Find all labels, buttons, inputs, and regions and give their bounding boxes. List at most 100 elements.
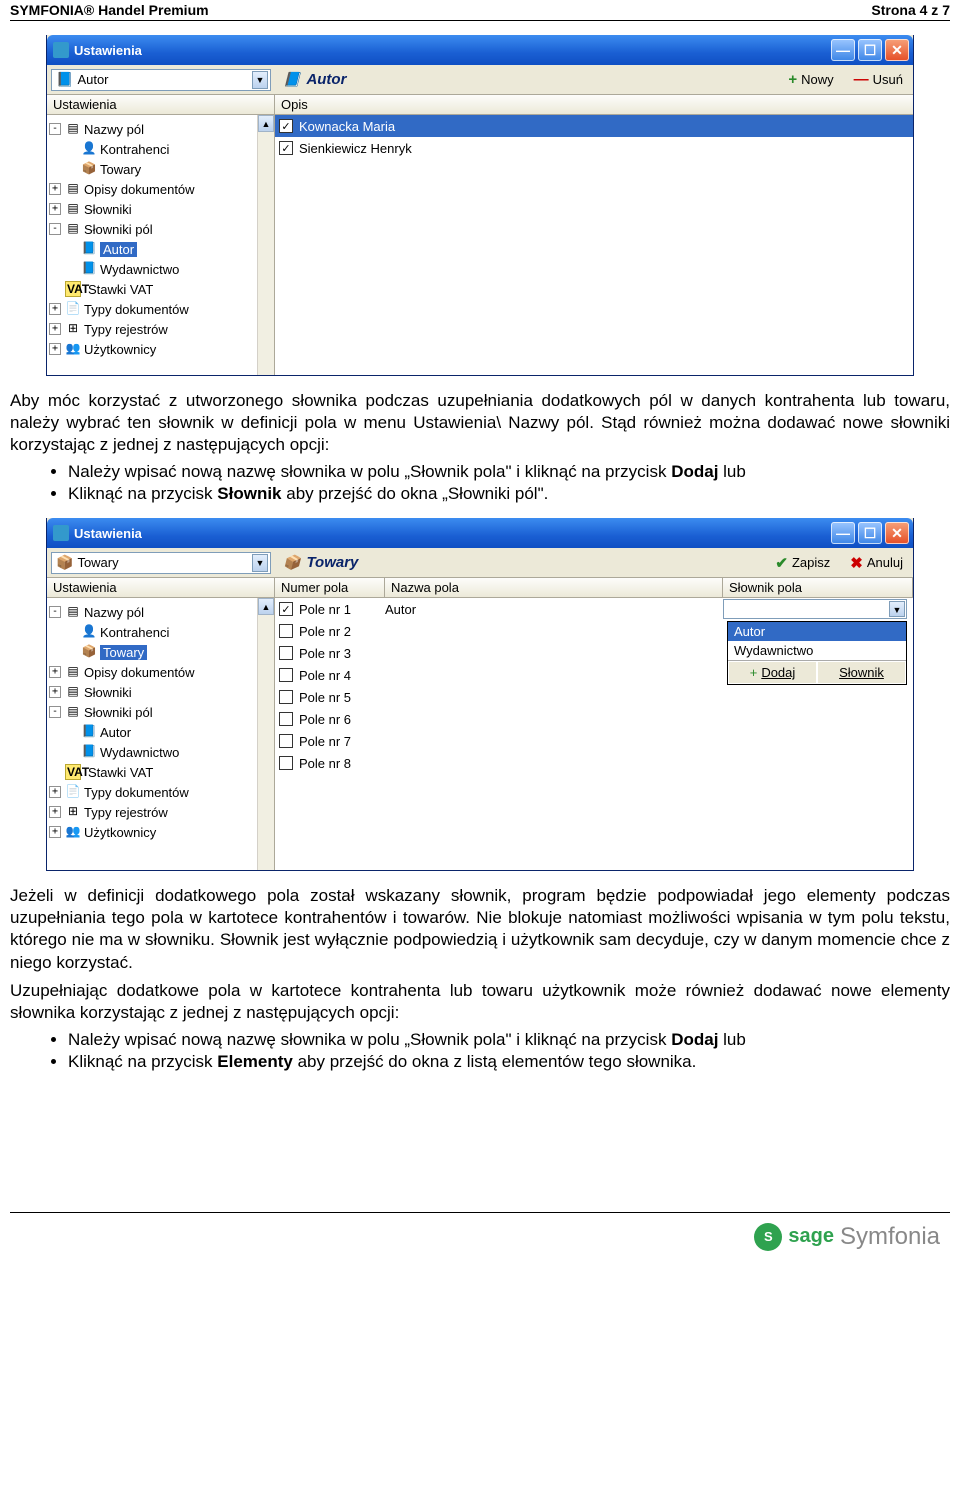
box-icon: 📦 (81, 161, 97, 177)
col-number: Numer pola (275, 578, 385, 597)
tree-item[interactable]: Typy rejestrów (84, 322, 168, 337)
checkbox-icon[interactable] (279, 756, 293, 770)
fields-grid[interactable]: ✓ Pole nr 1 Autor ▼ Autor Wydawnictwo +D… (275, 598, 913, 870)
tree-item[interactable]: Stawki VAT (88, 765, 153, 780)
collapse-icon[interactable]: - (49, 706, 61, 718)
dropdown-option[interactable]: Wydawnictwo (728, 641, 906, 660)
tree-item[interactable]: Słowniki (84, 685, 132, 700)
table-row[interactable]: ✓ Pole nr 1 Autor ▼ Autor Wydawnictwo +D… (275, 598, 913, 620)
tree-item[interactable]: Wydawnictwo (100, 262, 179, 277)
tree-item[interactable]: Autor (100, 725, 131, 740)
tree-item[interactable]: Towary (100, 162, 141, 177)
chevron-down-icon[interactable]: ▼ (889, 601, 905, 617)
expand-icon[interactable]: + (49, 183, 61, 195)
collapse-icon[interactable]: - (49, 606, 61, 618)
titlebar[interactable]: Ustawienia — ☐ ✕ (47, 518, 913, 548)
chevron-down-icon[interactable]: ▼ (252, 554, 268, 572)
category-select[interactable]: 📘 Autor ▼ (51, 69, 271, 91)
checkbox-icon[interactable] (279, 690, 293, 704)
checkbox-icon[interactable] (279, 712, 293, 726)
tree-item[interactable]: Opisy dokumentów (84, 182, 195, 197)
collapse-icon[interactable]: - (49, 123, 61, 135)
dropdown-option[interactable]: Autor (728, 622, 906, 641)
settings-tree[interactable]: -▤Nazwy pól 👤Kontrahenci 📦Towary +▤Opisy… (47, 115, 274, 375)
table-row[interactable]: Pole nr 5 (275, 686, 913, 708)
box-icon: 📦 (283, 554, 300, 571)
table-row[interactable]: Pole nr 6 (275, 708, 913, 730)
list-item[interactable]: ✓Sienkiewicz Henryk (275, 137, 913, 159)
book-icon: 📘 (81, 241, 97, 257)
dict-select[interactable]: ▼ (723, 599, 907, 619)
expand-icon[interactable]: + (49, 343, 61, 355)
tree-item[interactable]: Typy dokumentów (84, 785, 189, 800)
list-item[interactable]: ✓Kownacka Maria (275, 115, 913, 137)
expand-icon[interactable]: + (49, 666, 61, 678)
minimize-button[interactable]: — (831, 522, 855, 544)
minimize-button[interactable]: — (831, 39, 855, 61)
tree-item[interactable]: Nazwy pól (84, 605, 144, 620)
tree-item[interactable]: Użytkownicy (84, 825, 156, 840)
maximize-button[interactable]: ☐ (858, 39, 882, 61)
category-select[interactable]: 📦 Towary ▼ (51, 552, 271, 574)
footer: S sage Symfonia (10, 1212, 950, 1262)
close-button[interactable]: ✕ (885, 39, 909, 61)
tree-item[interactable]: Słowniki (84, 202, 132, 217)
table-row[interactable]: Pole nr 8 (275, 752, 913, 774)
tree-item-selected[interactable]: Towary (100, 645, 147, 660)
checkbox-icon[interactable]: ✓ (279, 602, 293, 616)
expand-icon[interactable]: + (49, 303, 61, 315)
bullet-item: Należy wpisać nową nazwę słownika w polu… (68, 462, 950, 482)
expand-icon[interactable]: + (49, 786, 61, 798)
tree-item[interactable]: Wydawnictwo (100, 745, 179, 760)
save-button[interactable]: ✔Zapisz (766, 550, 839, 576)
entries-list[interactable]: ✓Kownacka Maria ✓Sienkiewicz Henryk (275, 115, 913, 375)
settings-tree[interactable]: -▤Nazwy pól 👤Kontrahenci 📦Towary +▤Opisy… (47, 598, 274, 870)
scrollbar[interactable]: ▲ (257, 598, 274, 870)
checkbox-icon[interactable]: ✓ (279, 119, 293, 133)
checkbox-icon[interactable] (279, 668, 293, 682)
person-icon: 👤 (81, 624, 97, 640)
book-icon: 📘 (81, 261, 97, 277)
checkbox-icon[interactable] (279, 624, 293, 638)
tree-item[interactable]: Słowniki pól (84, 705, 153, 720)
field-name-value[interactable]: Autor (379, 602, 721, 617)
checkbox-icon[interactable] (279, 734, 293, 748)
tree-item[interactable]: Stawki VAT (88, 282, 153, 297)
expand-icon[interactable]: + (49, 323, 61, 335)
expand-icon[interactable]: + (49, 686, 61, 698)
close-button[interactable]: ✕ (885, 522, 909, 544)
expand-icon[interactable]: + (49, 203, 61, 215)
tree-item[interactable]: Nazwy pól (84, 122, 144, 137)
main-title: Autor (306, 71, 346, 88)
doc-icon: ▤ (65, 181, 81, 197)
tree-item[interactable]: Typy rejestrów (84, 805, 168, 820)
tree-item[interactable]: Użytkownicy (84, 342, 156, 357)
expand-icon[interactable]: + (49, 806, 61, 818)
users-icon: 👥 (65, 824, 81, 840)
table-row[interactable]: Pole nr 7 (275, 730, 913, 752)
tree-item-selected[interactable]: Autor (100, 242, 137, 257)
tree-item[interactable]: Typy dokumentów (84, 302, 189, 317)
plus-icon: + (750, 665, 758, 680)
brand-logo: S sage Symfonia (754, 1223, 940, 1251)
tree-item[interactable]: Kontrahenci (100, 625, 169, 640)
add-button[interactable]: +Dodaj (728, 661, 817, 684)
dict-button[interactable]: Słownik (817, 661, 906, 684)
delete-button[interactable]: —Usuń (845, 67, 912, 93)
scroll-up-icon[interactable]: ▲ (258, 598, 274, 615)
collapse-icon[interactable]: - (49, 223, 61, 235)
chevron-down-icon[interactable]: ▼ (252, 71, 268, 89)
new-button[interactable]: +Nowy (779, 67, 842, 93)
cancel-button[interactable]: ✖Anuluj (841, 550, 912, 576)
tree-item[interactable]: Opisy dokumentów (84, 665, 195, 680)
scroll-up-icon[interactable]: ▲ (258, 115, 274, 132)
maximize-button[interactable]: ☐ (858, 522, 882, 544)
checkbox-icon[interactable]: ✓ (279, 141, 293, 155)
checkbox-icon[interactable] (279, 646, 293, 660)
titlebar[interactable]: Ustawienia — ☐ ✕ (47, 35, 913, 65)
person-icon: 👤 (81, 141, 97, 157)
tree-item[interactable]: Słowniki pól (84, 222, 153, 237)
scrollbar[interactable]: ▲ (257, 115, 274, 375)
expand-icon[interactable]: + (49, 826, 61, 838)
tree-item[interactable]: Kontrahenci (100, 142, 169, 157)
